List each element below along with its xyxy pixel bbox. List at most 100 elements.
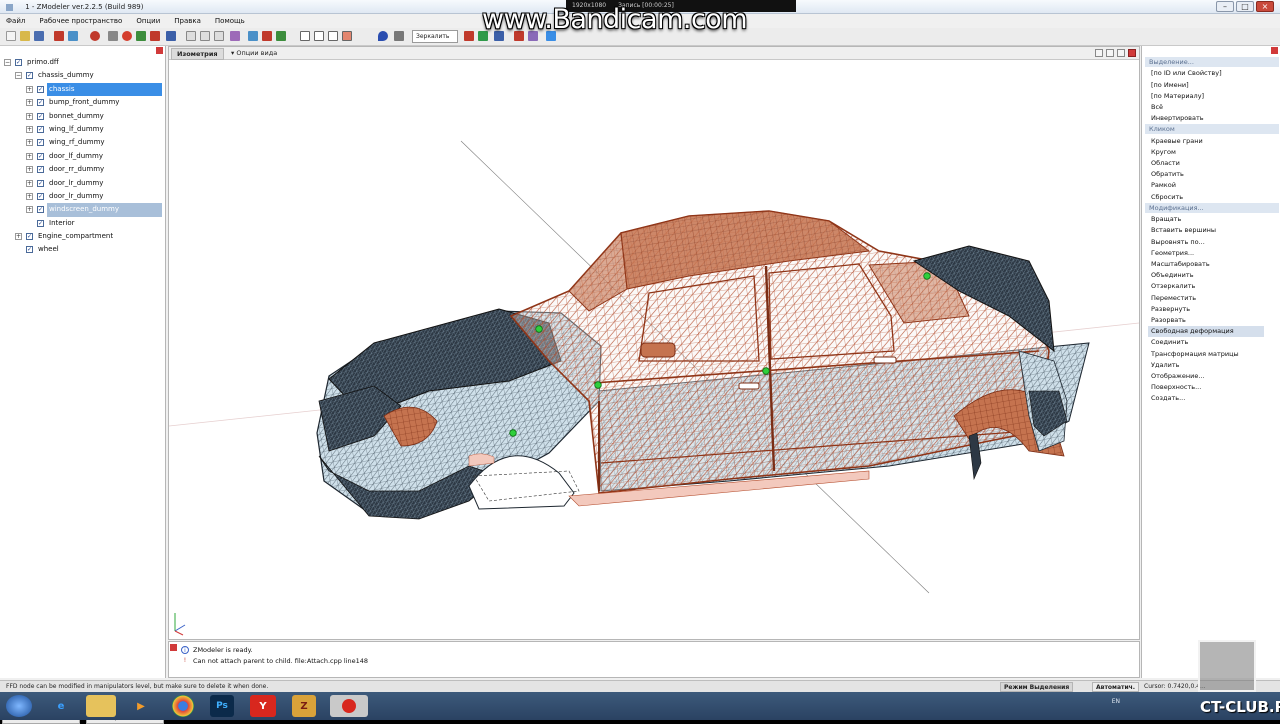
command-item[interactable]: Выровнять по... (1151, 237, 1205, 248)
menu-help[interactable]: Помощь (215, 15, 245, 27)
ffd-control-point[interactable] (509, 429, 517, 437)
explorer-icon[interactable] (86, 695, 116, 717)
view-split-icon[interactable] (200, 31, 210, 41)
expand-icon[interactable]: + (26, 85, 33, 93)
tree-item[interactable]: + ✓ bump_front_dummy (0, 96, 166, 109)
photoshop-icon[interactable]: Ps (210, 695, 234, 717)
command-item[interactable]: Всё (1151, 102, 1163, 113)
command-item[interactable]: Вращать (1151, 214, 1181, 225)
ie-icon[interactable]: e (46, 695, 76, 717)
visibility-checkbox[interactable]: ✓ (37, 85, 44, 93)
wire-icon[interactable] (328, 31, 338, 41)
tree-item[interactable]: + ✓ door_lr_dummy (0, 177, 166, 190)
language-indicator[interactable]: EN (1112, 698, 1120, 705)
chrome-icon[interactable] (172, 695, 194, 717)
command-item[interactable]: Отображение... (1151, 371, 1205, 382)
save-file-icon[interactable] (34, 31, 44, 41)
select-tool-icon[interactable] (248, 31, 258, 41)
command-item[interactable]: Создать... (1151, 393, 1185, 404)
tree-item-label[interactable]: chassis (47, 82, 162, 97)
import-icon[interactable] (68, 31, 78, 41)
command-item[interactable]: [по ID или Свойству] (1151, 68, 1222, 79)
view-single-icon[interactable] (186, 31, 196, 41)
visibility-checkbox[interactable]: ✓ (37, 166, 44, 174)
paint-icon[interactable] (378, 31, 388, 41)
maximize-view-icon[interactable] (1117, 49, 1125, 57)
tree-item-label[interactable]: door_lf_dummy (47, 150, 105, 163)
tree-item-label[interactable]: chassis_dummy (36, 69, 96, 82)
command-item[interactable]: Разорвать (1151, 315, 1186, 326)
collapse-icon[interactable]: − (15, 72, 22, 80)
visibility-checkbox[interactable]: ✓ (15, 59, 22, 66)
tree-item[interactable]: − ✓ chassis_dummy (0, 69, 166, 82)
command-item[interactable]: Трансформация матрицы (1151, 349, 1239, 360)
tree-item-label[interactable]: primo.dff (25, 56, 61, 69)
tree-item[interactable]: ✓ Interior (0, 217, 166, 230)
texture-icon[interactable] (136, 31, 146, 41)
tree-item-label[interactable]: door_lr_dummy (47, 190, 105, 203)
expand-icon[interactable]: + (26, 152, 33, 160)
shaded-icon[interactable] (342, 31, 352, 41)
command-item[interactable]: Обратить (1151, 169, 1184, 180)
tree-item[interactable]: + ✓ bonnet_dummy (0, 110, 166, 123)
visibility-checkbox[interactable]: ✓ (37, 192, 44, 200)
command-item[interactable]: Масштабировать (1151, 259, 1210, 270)
new-file-icon[interactable] (6, 31, 16, 41)
tree-item[interactable]: + ✓ wing_rf_dummy (0, 136, 166, 149)
collapse-icon[interactable]: − (4, 59, 11, 66)
camera-icon[interactable] (230, 31, 240, 41)
tree-item[interactable]: ✓ wheel (0, 243, 166, 256)
view-options-menu[interactable]: ▾ Опции вида (231, 47, 277, 60)
tab-isometric[interactable]: Изометрия (171, 48, 224, 60)
expand-icon[interactable]: + (26, 179, 33, 187)
tree-item-label[interactable]: wheel (36, 243, 61, 256)
tree-item-label[interactable]: Engine_compartment (36, 230, 115, 243)
bandicam-taskbar-icon[interactable] (330, 695, 368, 717)
command-item[interactable]: Инвертировать (1151, 113, 1204, 124)
command-item[interactable]: Удалить (1151, 360, 1179, 371)
command-item[interactable]: Поверхность... (1151, 382, 1201, 393)
ffd-control-point[interactable] (594, 381, 602, 389)
command-item[interactable]: Сбросить (1151, 192, 1183, 203)
minimize-button[interactable]: – (1216, 1, 1234, 12)
command-item[interactable]: [по Имени] (1151, 80, 1189, 91)
expand-icon[interactable]: + (26, 99, 33, 107)
tree-item-label[interactable]: Interior (47, 217, 77, 230)
command-item[interactable]: Соединить (1151, 337, 1188, 348)
menu-edit[interactable]: Правка (174, 15, 201, 27)
command-item[interactable]: Рамкой (1151, 180, 1176, 191)
menu-options[interactable]: Опции (136, 15, 160, 27)
media-player-icon[interactable]: ▶ (126, 695, 156, 717)
close-button[interactable]: × (1256, 1, 1274, 12)
visibility-checkbox[interactable]: ✓ (37, 112, 44, 120)
box-icon[interactable] (314, 31, 324, 41)
command-item[interactable]: Краевые грани (1151, 136, 1203, 147)
tree-item[interactable]: + ✓ windscreen_dummy (0, 203, 166, 217)
expand-icon[interactable]: + (15, 233, 22, 241)
command-item[interactable]: Объединить (1151, 270, 1194, 281)
tree-item-label[interactable]: bonnet_dummy (47, 110, 106, 123)
panel-close-icon[interactable] (156, 47, 163, 54)
expand-icon[interactable]: + (26, 125, 33, 133)
command-item[interactable]: Переместить (1151, 293, 1196, 304)
view-quad-icon[interactable] (214, 31, 224, 41)
command-item[interactable]: Отзеркалить (1151, 281, 1195, 292)
tree-item[interactable]: + ✓ door_rr_dummy (0, 163, 166, 176)
command-item[interactable]: Развернуть (1151, 304, 1190, 315)
ffd-control-point[interactable] (762, 367, 770, 375)
3d-viewport-canvas[interactable] (169, 61, 1139, 639)
maximize-button[interactable]: □ (1236, 1, 1254, 12)
visibility-checkbox[interactable]: ✓ (37, 179, 44, 187)
expand-icon[interactable]: + (26, 206, 33, 214)
tree-item[interactable]: + ✓ chassis (0, 82, 166, 97)
visibility-checkbox[interactable]: ✓ (26, 233, 33, 241)
menu-workspace[interactable]: Рабочее пространство (39, 15, 122, 27)
expand-icon[interactable]: + (26, 139, 33, 147)
cancel-icon[interactable] (464, 31, 474, 41)
command-item[interactable]: Свободная деформация (1148, 326, 1264, 338)
visibility-checkbox[interactable]: ✓ (37, 139, 44, 147)
render-icon[interactable] (122, 31, 132, 41)
zmodeler-taskbar-icon[interactable]: Z (292, 695, 316, 717)
visibility-checkbox[interactable]: ✓ (37, 99, 44, 107)
start-button-icon[interactable] (6, 695, 32, 717)
